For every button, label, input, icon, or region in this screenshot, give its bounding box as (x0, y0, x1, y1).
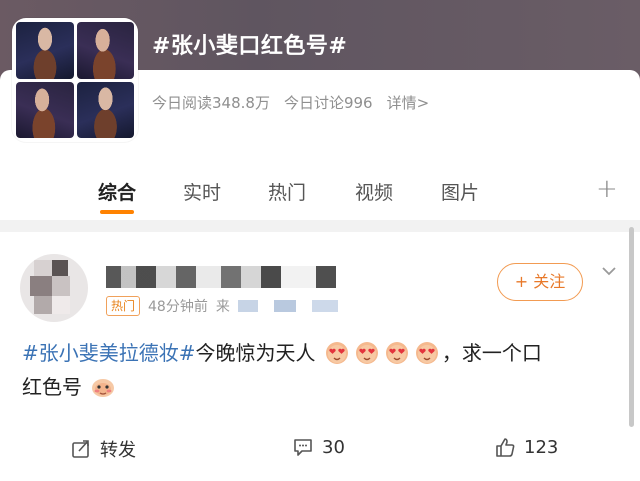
topic-title: #张小斐口红色号# (152, 34, 348, 59)
read-count: 今日阅读348.8万 (152, 94, 270, 112)
comment-button[interactable]: 30 (292, 436, 345, 458)
cover-photo (76, 22, 134, 79)
repost-button[interactable]: 转发 (70, 436, 136, 462)
heart-eyes-emoji-icon (415, 342, 438, 364)
thumbs-up-icon (496, 438, 515, 457)
post-body: #张小斐美拉德妆#今晚惊为天人 ，求一个口 红色号 (22, 336, 622, 404)
follow-button[interactable]: + 关注 (497, 263, 583, 301)
heart-eyes-emoji-icon (385, 342, 408, 364)
tab-realtime[interactable]: 实时 (183, 178, 221, 205)
username-redacted (106, 266, 356, 288)
cover-photo (16, 81, 74, 138)
scrollbar[interactable] (629, 227, 634, 427)
plus-icon[interactable]: + (596, 174, 618, 204)
avatar[interactable] (20, 254, 88, 322)
emoji-row (322, 341, 442, 365)
heart-eyes-emoji-icon (325, 342, 348, 364)
comment-count: 30 (322, 436, 345, 458)
post-source: 来 (215, 299, 230, 315)
chevron-down-icon[interactable] (600, 262, 618, 280)
topic-stats: 今日阅读348.8万 今日讨论996 详情> (152, 92, 429, 113)
shy-face-emoji-icon (92, 379, 115, 397)
post-text-segment: 今晚惊为天人 (195, 341, 316, 365)
cover-photo (76, 81, 134, 138)
discussion-count: 今日讨论996 (283, 94, 373, 112)
post-time: 48分钟前 (148, 299, 208, 315)
post-meta: 热门 48分钟前 来 (106, 296, 338, 316)
repost-label: 转发 (100, 440, 136, 461)
comment-icon (294, 439, 312, 456)
post-text-segment: ，求一个口 (441, 341, 542, 365)
topic-cover-image[interactable] (12, 18, 138, 142)
post-action-bar: 转发 30 123 (0, 428, 640, 468)
source-redacted (237, 300, 338, 312)
tab-images[interactable]: 图片 (441, 178, 479, 205)
tab-hot[interactable]: 热门 (268, 178, 306, 205)
details-link[interactable]: 详情> (387, 92, 430, 113)
cover-photo (16, 22, 74, 79)
tab-comprehensive[interactable]: 综合 (98, 178, 136, 205)
like-button[interactable]: 123 (494, 436, 558, 458)
tab-bar: 综合 实时 热门 视频 图片 + (0, 158, 640, 220)
tab-video[interactable]: 视频 (355, 178, 393, 205)
like-count: 123 (524, 436, 559, 458)
hot-badge: 热门 (106, 296, 141, 316)
post-hashtag[interactable]: #张小斐美拉德妆# (22, 341, 196, 365)
post-text-segment: 红色号 (22, 375, 82, 399)
repost-icon (72, 440, 89, 458)
active-tab-indicator (100, 210, 134, 214)
heart-eyes-emoji-icon (355, 342, 378, 364)
